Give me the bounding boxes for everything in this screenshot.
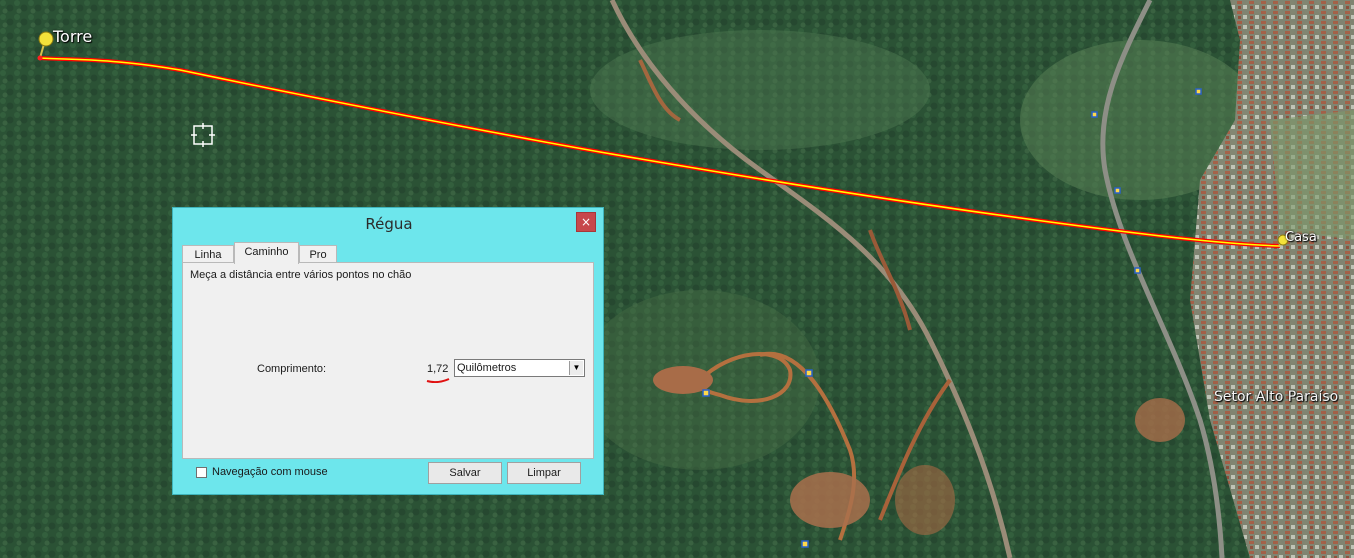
- unit-select-value: Quilômetros: [457, 362, 517, 374]
- area-label: Setor Alto Paraíso: [1214, 389, 1339, 405]
- clear-button[interactable]: Limpar: [507, 462, 581, 484]
- crosshair-cursor-icon: [191, 123, 215, 147]
- description-text: Meça a distância entre vários pontos no …: [190, 269, 412, 281]
- ruler-dialog: Régua × Linha Caminho Pro Meça a distânc…: [172, 207, 604, 495]
- tab-caminho[interactable]: Caminho: [234, 242, 299, 264]
- chevron-down-icon[interactable]: ▼: [569, 361, 583, 375]
- length-label: Comprimento:: [257, 363, 327, 375]
- placemark-label-casa[interactable]: Casa: [1285, 230, 1317, 245]
- mouse-navigation-checkbox[interactable]: [196, 467, 207, 478]
- tab-panel: Meça a distância entre vários pontos no …: [182, 262, 594, 459]
- mouse-navigation-label[interactable]: Navegação com mouse: [212, 466, 328, 478]
- placemark-label-torre[interactable]: Torre: [53, 27, 92, 46]
- dialog-footer: Navegação com mouse Salvar Limpar: [182, 459, 594, 489]
- dialog-title: Régua: [365, 215, 413, 233]
- red-underline-annotation: [426, 378, 450, 383]
- unit-select[interactable]: Quilômetros ▼: [454, 359, 585, 377]
- close-button[interactable]: ×: [576, 212, 596, 232]
- save-button[interactable]: Salvar: [428, 462, 502, 484]
- length-value: 1,72: [427, 363, 449, 375]
